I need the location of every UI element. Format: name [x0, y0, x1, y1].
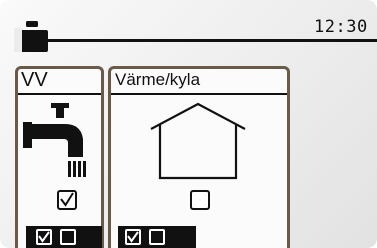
bar-checkbox-unchecked[interactable]	[60, 229, 76, 245]
panel-title-rule	[111, 93, 287, 95]
suitcase-icon	[14, 21, 48, 52]
panel-title-heating-cooling: Värme/kyla	[115, 70, 201, 89]
house-icon	[150, 102, 246, 180]
heating-cooling-mode-bar	[118, 226, 196, 248]
check-mark-icon	[127, 231, 139, 243]
heating-cooling-checkbox[interactable]	[190, 190, 210, 210]
check-mark-icon	[60, 192, 74, 207]
hot-water-mode-bar	[26, 226, 102, 248]
panel-hot-water[interactable]: VV	[15, 66, 104, 248]
faucet-icon	[23, 103, 86, 177]
panel-title-hot-water: VV	[21, 69, 48, 91]
bar-checkbox-checked[interactable]	[125, 229, 141, 245]
clock-display: 12:30	[314, 17, 368, 37]
device-screen: 12:30 VV Värme/kyla	[0, 0, 377, 248]
check-mark-icon	[38, 231, 50, 243]
header-divider	[30, 39, 377, 42]
bar-checkbox-checked[interactable]	[36, 229, 52, 245]
panel-title-rule	[18, 93, 101, 95]
hot-water-checkbox[interactable]	[57, 190, 77, 210]
bar-checkbox-unchecked[interactable]	[149, 229, 165, 245]
panel-heating-cooling[interactable]: Värme/kyla	[108, 66, 290, 248]
